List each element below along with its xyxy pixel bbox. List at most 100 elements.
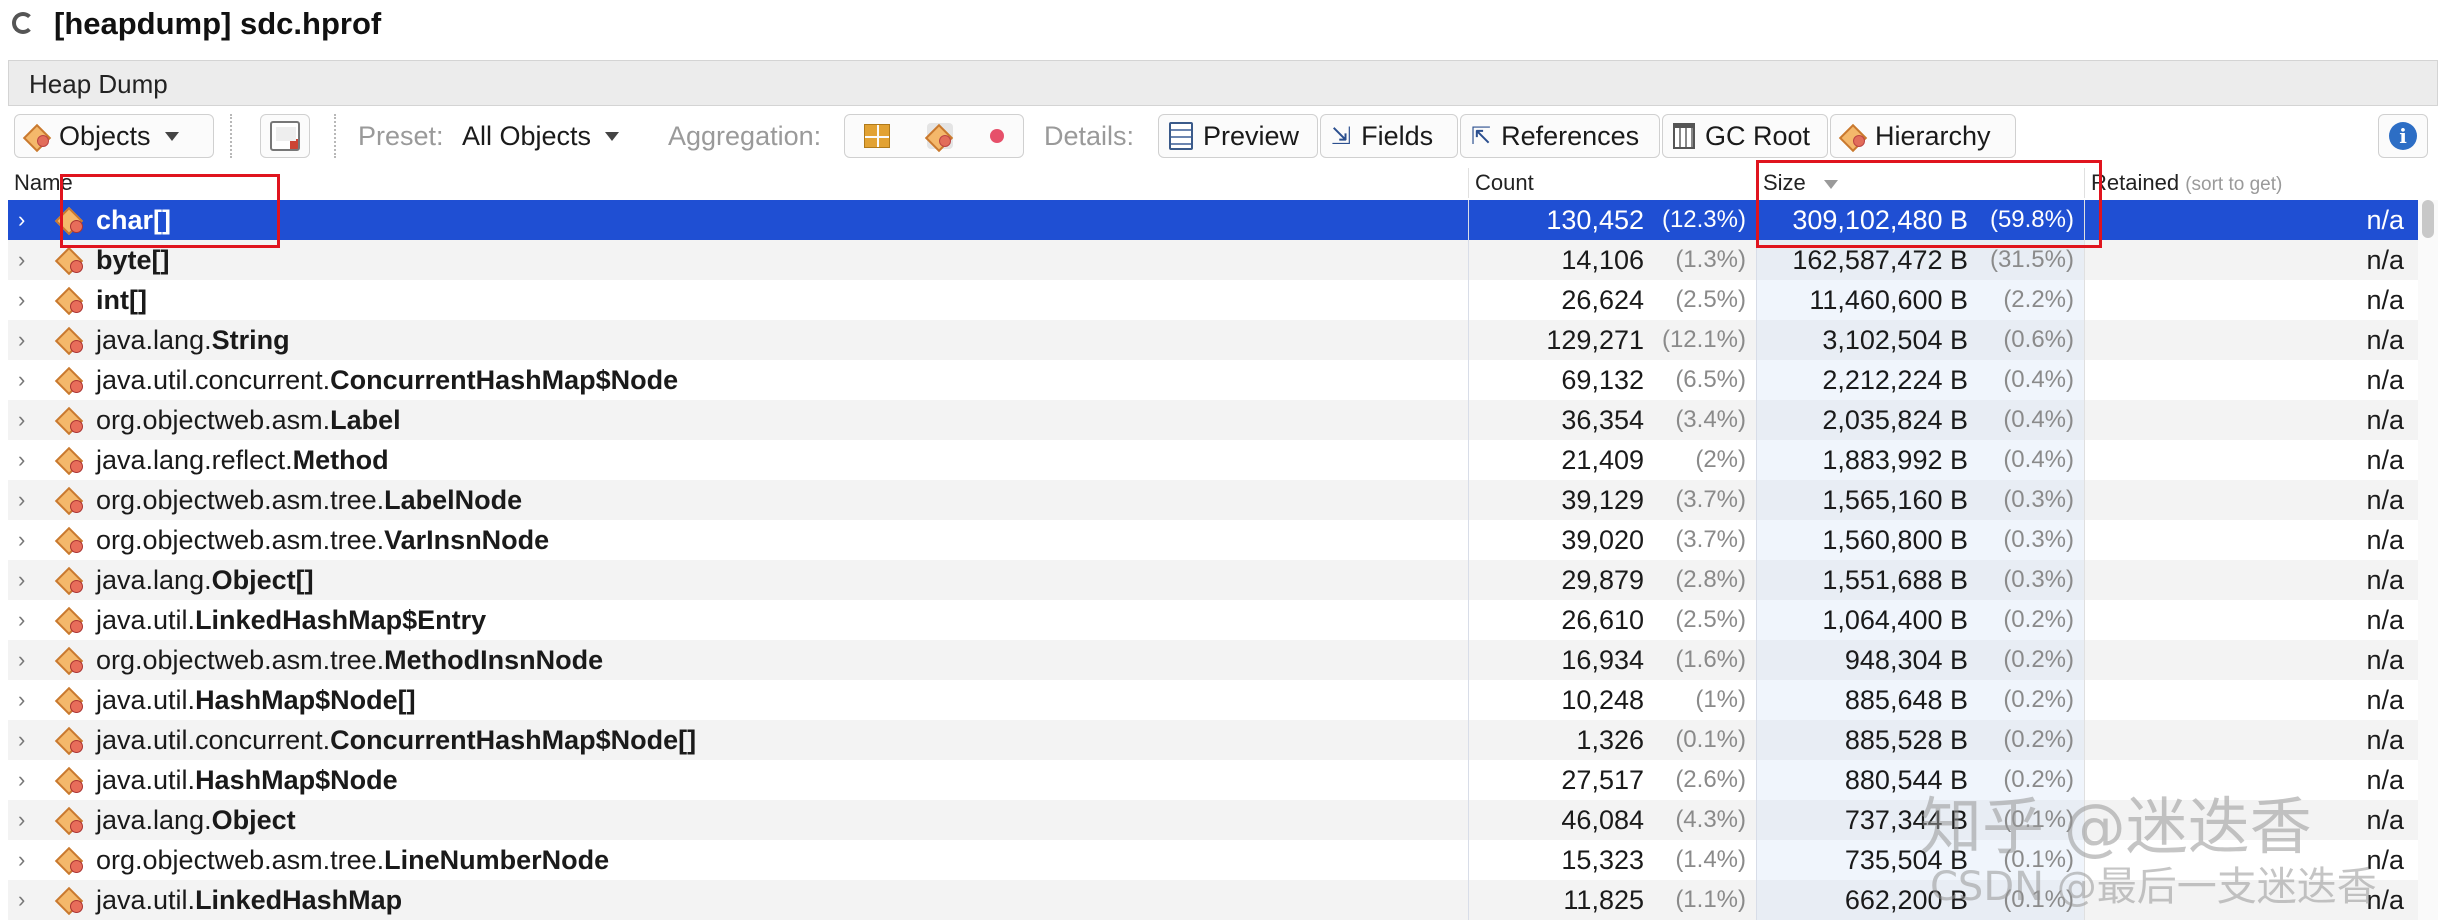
expand-chevron-icon[interactable]: › <box>18 360 25 400</box>
class-name: java.util.concurrent.ConcurrentHashMap$N… <box>96 360 678 400</box>
expand-chevron-icon[interactable]: › <box>18 560 25 600</box>
gc-root-button[interactable]: GC Root <box>1662 114 1828 158</box>
cell-size: 1,883,992 B (0.4%) <box>1756 440 2084 480</box>
table-row[interactable]: › java.util.concurrent.ConcurrentHashMap$… <box>8 720 2418 760</box>
cell-count: 46,084 (4.3%) <box>1468 800 1756 840</box>
expand-chevron-icon[interactable]: › <box>18 520 25 560</box>
watermark-zhihu: 知乎 @迷迭香 <box>1920 790 2312 863</box>
cell-name: › org.objectweb.asm.Label <box>8 400 1468 440</box>
preview-button[interactable]: Preview <box>1158 114 1318 158</box>
cell-size: 1,565,160 B (0.3%) <box>1756 480 2084 520</box>
count-percent: (2.8%) <box>1675 566 1746 593</box>
objects-icon <box>22 123 52 153</box>
table-row[interactable]: › org.objectweb.asm.tree.LabelNode 39,129 (… <box>8 480 2418 520</box>
count-percent: (1%) <box>1695 686 1746 713</box>
expand-chevron-icon[interactable]: › <box>18 320 25 360</box>
column-header-count[interactable]: Count <box>1468 168 1756 198</box>
expand-chevron-icon[interactable]: › <box>18 640 25 680</box>
expand-chevron-icon[interactable]: › <box>18 480 25 520</box>
info-button[interactable]: i <box>2378 114 2428 158</box>
cell-size: 2,035,824 B (0.4%) <box>1756 400 2084 440</box>
instance-aggregation-icon[interactable] <box>990 129 1005 143</box>
fields-button[interactable]: ⇲ Fields <box>1320 114 1458 158</box>
tab-heap-dump[interactable]: Heap Dump <box>8 60 2438 106</box>
size-value: 2,212,224 B <box>1822 365 1968 395</box>
class-icon <box>54 806 84 836</box>
class-simple-name: Object <box>211 805 296 835</box>
class-icon <box>54 686 84 716</box>
class-icon <box>54 406 84 436</box>
toolbar-divider <box>230 114 232 158</box>
expand-chevron-icon[interactable]: › <box>18 200 25 240</box>
table-row[interactable]: › org.objectweb.asm.Label 36,354 (3.4%) 2,03… <box>8 400 2418 440</box>
table-row[interactable]: › java.util.HashMap$Node[] 10,248 (1%) 885,6… <box>8 680 2418 720</box>
count-percent: (3.7%) <box>1675 486 1746 513</box>
vertical-scrollbar[interactable] <box>2418 200 2438 920</box>
cell-size: 885,528 B (0.2%) <box>1756 720 2084 760</box>
cell-name: › java.util.HashMap$Node[] <box>8 680 1468 720</box>
count-value: 14,106 <box>1561 245 1644 275</box>
cell-name: › java.util.LinkedHashMap <box>8 880 1468 920</box>
table-row[interactable]: › java.lang.String 129,271 (12.1%) 3,102,504… <box>8 320 2418 360</box>
heap-summary-button[interactable] <box>260 114 310 158</box>
cell-name: › java.lang.reflect.Method <box>8 440 1468 480</box>
class-package: java.util.concurrent. <box>96 725 331 755</box>
aggregation-group <box>844 114 1024 158</box>
hierarchy-button[interactable]: Hierarchy <box>1830 114 2016 158</box>
expand-chevron-icon[interactable]: › <box>18 440 25 480</box>
preview-label: Preview <box>1203 120 1300 151</box>
table-row[interactable]: › java.lang.reflect.Method 21,409 (2%) 1,883… <box>8 440 2418 480</box>
class-name: org.objectweb.asm.tree.MethodInsnNode <box>96 640 603 680</box>
view-selector[interactable]: Objects <box>14 114 214 158</box>
class-icon <box>54 646 84 676</box>
table-row[interactable]: › java.util.LinkedHashMap$Entry 26,610 (2.5… <box>8 600 2418 640</box>
count-value: 11,825 <box>1563 885 1644 915</box>
preset-select[interactable]: All Objects <box>462 114 652 158</box>
expand-chevron-icon[interactable]: › <box>18 400 25 440</box>
count-value: 1,326 <box>1576 725 1644 755</box>
references-button[interactable]: ⇱ References <box>1460 114 1660 158</box>
watermark-csdn: CSDN @最后一支迷迭香 <box>1930 864 2377 910</box>
cell-size: 11,460,600 B (2.2%) <box>1756 280 2084 320</box>
count-percent: (0.1%) <box>1675 726 1746 753</box>
class-name: java.lang.Object[] <box>96 560 314 600</box>
count-percent: (1.1%) <box>1675 886 1746 913</box>
expand-chevron-icon[interactable]: › <box>18 600 25 640</box>
table-row[interactable]: › int[] 26,624 (2.5%) 11,460,600 B (2.2%) n/a <box>8 280 2418 320</box>
expand-chevron-icon[interactable]: › <box>18 840 25 880</box>
fields-label: Fields <box>1361 120 1434 151</box>
chevron-down-icon <box>605 131 620 141</box>
expand-chevron-icon[interactable]: › <box>18 760 25 800</box>
column-retained-label: Retained <box>2091 170 2180 195</box>
expand-chevron-icon[interactable]: › <box>18 880 25 920</box>
class-icon <box>54 526 84 556</box>
class-name: java.util.LinkedHashMap$Entry <box>96 600 486 640</box>
class-aggregation-icon[interactable] <box>924 123 954 153</box>
expand-chevron-icon[interactable]: › <box>18 240 25 280</box>
expand-chevron-icon[interactable]: › <box>18 680 25 720</box>
scrollbar-thumb[interactable] <box>2422 200 2434 238</box>
size-value: 3,102,504 B <box>1822 325 1968 355</box>
table-row[interactable]: › org.objectweb.asm.tree.VarInsnNode 39,02… <box>8 520 2418 560</box>
expand-chevron-icon[interactable]: › <box>18 720 25 760</box>
info-icon: i <box>2389 122 2417 150</box>
references-icon: ⇱ <box>1471 122 1492 150</box>
cell-count: 36,354 (3.4%) <box>1468 400 1756 440</box>
class-icon <box>54 326 84 356</box>
package-aggregation-icon[interactable] <box>863 124 890 148</box>
table-row[interactable]: › java.util.concurrent.ConcurrentHashMap$… <box>8 360 2418 400</box>
class-package: java.lang. <box>96 565 212 595</box>
class-name: java.lang.reflect.Method <box>96 440 389 480</box>
class-package: org.objectweb.asm. <box>96 405 331 435</box>
count-percent: (12.3%) <box>1661 206 1746 233</box>
table-row[interactable]: › org.objectweb.asm.tree.MethodInsnNode 16… <box>8 640 2418 680</box>
class-package: java.lang. <box>96 325 212 355</box>
cell-name: › org.objectweb.asm.tree.LineNumberNode <box>8 840 1468 880</box>
table-row[interactable]: › java.lang.Object[] 29,879 (2.8%) 1,551,688… <box>8 560 2418 600</box>
size-value: 2,035,824 B <box>1822 405 1968 435</box>
class-name: java.util.HashMap$Node <box>96 760 398 800</box>
expand-chevron-icon[interactable]: › <box>18 280 25 320</box>
cell-count: 130,452 (12.3%) <box>1468 200 1756 240</box>
column-header-retained[interactable]: Retained (sort to get) <box>2084 168 2418 198</box>
expand-chevron-icon[interactable]: › <box>18 800 25 840</box>
